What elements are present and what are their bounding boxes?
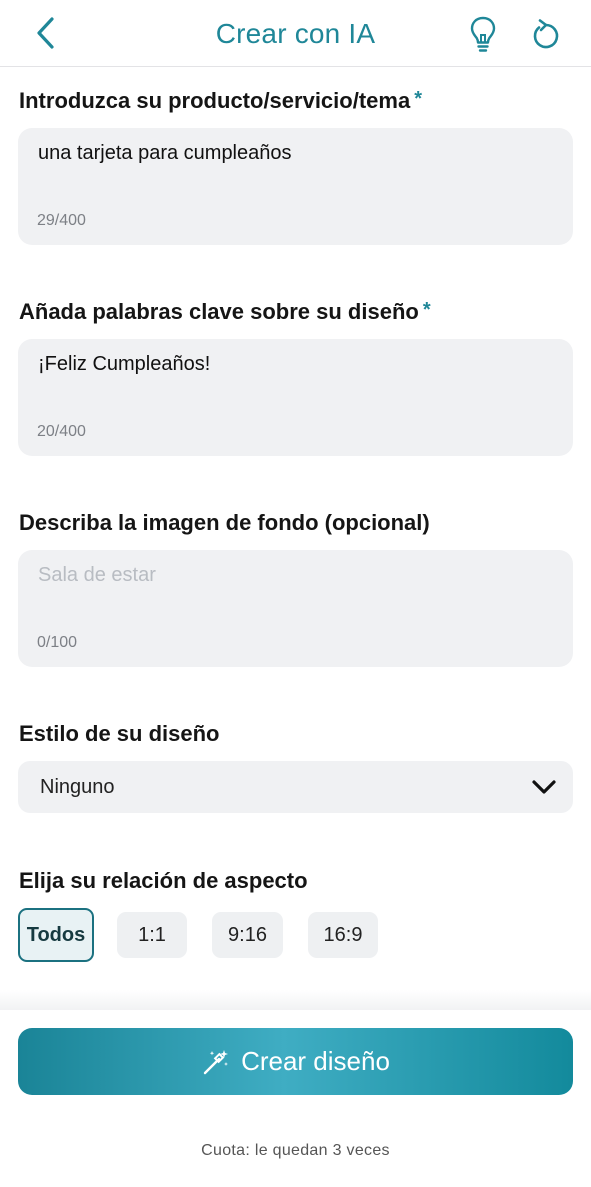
product-field[interactable]: una tarjeta para cumpleaños 29/400 [18, 128, 573, 245]
product-char-counter: 29/400 [37, 212, 86, 229]
create-design-label: Crear diseño [241, 1046, 390, 1076]
style-select-label: Estilo de su diseño [19, 721, 220, 746]
background-char-counter: 0/100 [37, 634, 78, 651]
chevron-down-icon [532, 780, 556, 794]
style-select[interactable]: Ninguno [18, 761, 573, 813]
background-field-label: Describa la imagen de fondo (opcional) [19, 510, 430, 535]
create-with-ai-screen: Crear con IA Introduzca su producto/serv… [0, 0, 591, 1187]
magic-wand-icon [203, 1049, 229, 1074]
required-mark: * [422, 299, 431, 321]
lightbulb-icon [470, 16, 496, 52]
keywords-field-label-text: Añada palabras clave sobre su diseño [19, 299, 419, 324]
refresh-icon [533, 19, 559, 49]
create-design-button[interactable]: Crear diseño [18, 1028, 573, 1095]
aspect-ratio-label: Elija su relación de aspecto [19, 868, 308, 893]
product-field-label-text: Introduzca su producto/servicio/tema [19, 88, 411, 113]
quota-text: Cuota: le quedan 3 veces [201, 1142, 390, 1159]
keywords-char-counter: 20/400 [37, 423, 86, 440]
reset-button[interactable] [530, 18, 562, 52]
top-bar: Crear con IA [0, 0, 591, 67]
product-field-label: Introduzca su producto/servicio/tema * [19, 88, 422, 114]
product-input[interactable]: una tarjeta para cumpleaños [38, 140, 553, 200]
hint-button[interactable] [468, 14, 498, 54]
aspect-option-1-1[interactable]: 1:1 [117, 912, 187, 958]
background-input[interactable] [38, 562, 553, 622]
aspect-option-9-16[interactable]: 9:16 [212, 912, 283, 958]
aspect-option-16-9[interactable]: 16:9 [308, 912, 378, 958]
style-select-value: Ninguno [40, 776, 115, 798]
background-field[interactable]: 0/100 [18, 550, 573, 667]
keywords-field-label: Añada palabras clave sobre su diseño * [19, 299, 431, 325]
keywords-input[interactable]: ¡Feliz Cumpleaños! [38, 351, 553, 411]
page-title: Crear con IA [215, 18, 376, 49]
aspect-option-all[interactable]: Todos [18, 908, 94, 962]
keywords-field[interactable]: ¡Feliz Cumpleaños! 20/400 [18, 339, 573, 456]
required-mark: * [414, 88, 422, 110]
